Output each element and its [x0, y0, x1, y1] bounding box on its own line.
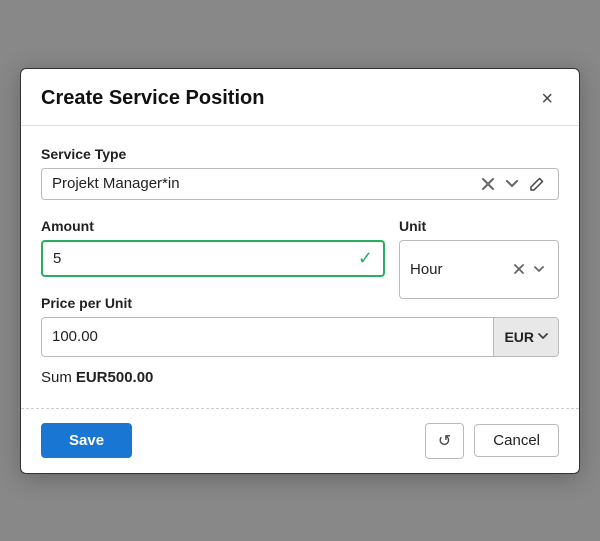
reset-icon: ↺ [438, 431, 451, 451]
service-type-value: Projekt Manager*in [52, 175, 478, 192]
unit-label: Unit [399, 218, 559, 234]
service-type-actions [478, 175, 548, 193]
amount-label: Amount [41, 218, 385, 234]
service-type-label: Service Type [41, 146, 559, 162]
cancel-button[interactable]: Cancel [474, 424, 559, 457]
unit-dropdown-button[interactable] [530, 264, 548, 275]
dialog-footer: Save ↺ Cancel [21, 408, 579, 473]
amount-input-wrap: ✓ [41, 240, 385, 277]
footer-right: ↺ Cancel [425, 423, 559, 459]
unit-actions [510, 262, 548, 276]
service-type-clear-button[interactable] [478, 176, 498, 192]
clear-icon [482, 178, 494, 190]
price-input[interactable] [42, 320, 493, 353]
unit-col: Unit Hour [399, 218, 559, 277]
unit-value: Hour [410, 261, 510, 278]
edit-icon [530, 177, 544, 191]
currency-selector[interactable]: EUR [493, 318, 558, 356]
sum-label: Sum [41, 369, 72, 386]
chevron-down-icon [506, 180, 518, 188]
price-input-wrap: EUR [41, 317, 559, 357]
dialog-title: Create Service Position [41, 87, 264, 110]
amount-unit-row: Amount ✓ Unit Hour [41, 218, 559, 277]
unit-select-wrap: Hour [399, 240, 559, 299]
create-service-position-dialog: Create Service Position × Service Type P… [20, 68, 580, 474]
save-button[interactable]: Save [41, 423, 132, 458]
amount-valid-icon: ✓ [358, 248, 373, 269]
service-type-edit-button[interactable] [526, 175, 548, 193]
sum-value: EUR500.00 [76, 369, 154, 386]
dialog-header: Create Service Position × [21, 69, 579, 126]
service-type-dropdown-button[interactable] [502, 178, 522, 190]
price-per-unit-row: Price per Unit EUR [41, 295, 559, 357]
unit-clear-icon [514, 264, 524, 274]
close-button[interactable]: × [535, 87, 559, 111]
amount-col: Amount ✓ [41, 218, 385, 277]
currency-value: EUR [504, 329, 534, 345]
sum-row: Sum EUR500.00 [41, 369, 559, 386]
reset-button[interactable]: ↺ [425, 423, 464, 459]
unit-chevron-icon [534, 266, 544, 273]
dialog-body: Service Type Projekt Manager*in [21, 126, 579, 400]
amount-input[interactable] [53, 250, 352, 267]
service-type-field: Projekt Manager*in [41, 168, 559, 200]
unit-clear-button[interactable] [510, 262, 528, 276]
currency-chevron-icon [538, 333, 548, 340]
